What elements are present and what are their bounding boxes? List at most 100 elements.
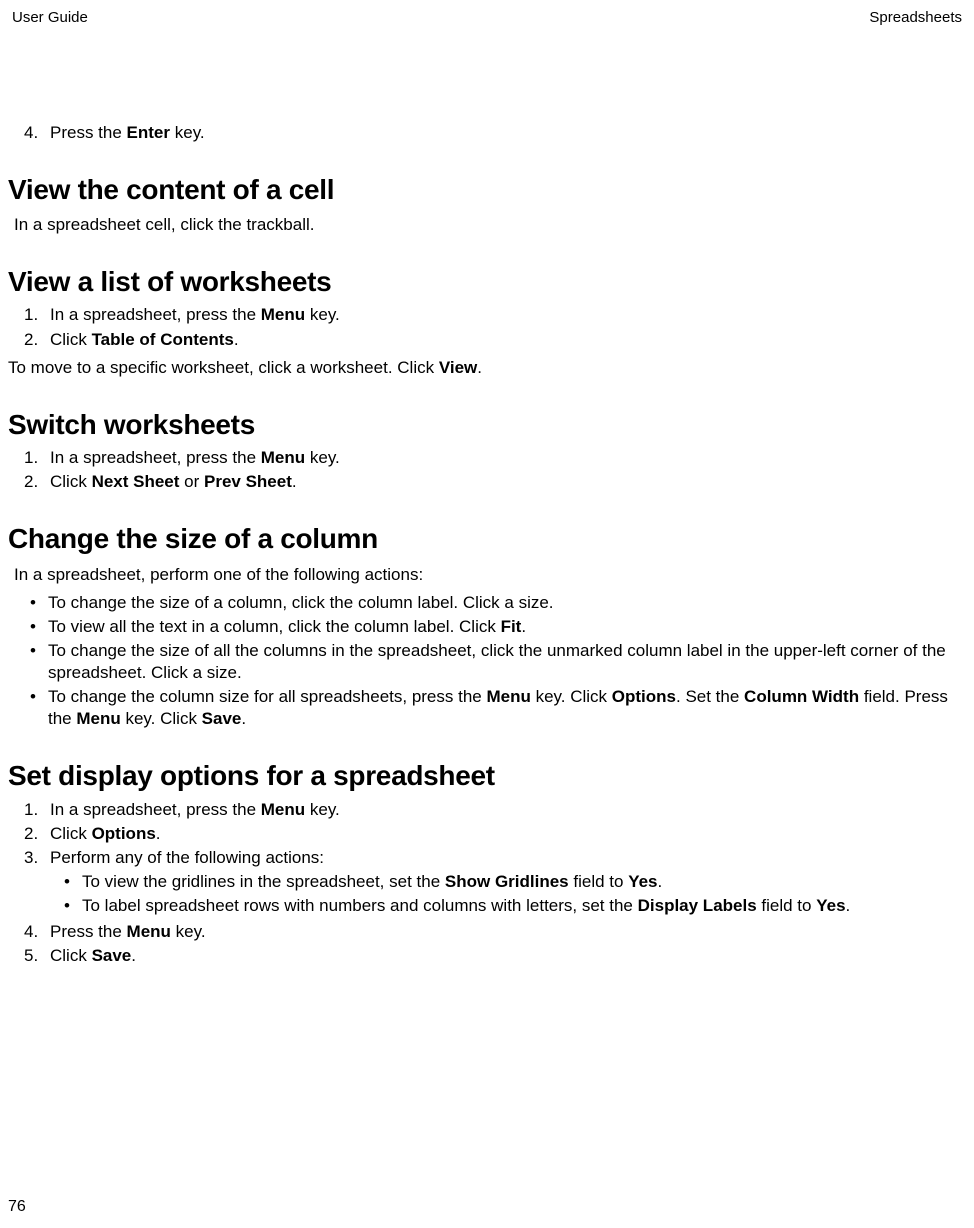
bold-text: Menu bbox=[486, 687, 530, 706]
list-item: 2. Click Table of Contents. bbox=[20, 329, 966, 351]
page: User Guide Spreadsheets 4. Press the Ent… bbox=[0, 0, 974, 1228]
bold-text: View bbox=[439, 358, 477, 377]
list-item: To view all the text in a column, click … bbox=[30, 616, 966, 638]
text: key. bbox=[305, 800, 340, 819]
list-item: 1. In a spreadsheet, press the Menu key. bbox=[20, 304, 966, 326]
list-number: 2. bbox=[24, 471, 50, 493]
text: . bbox=[241, 709, 246, 728]
heading-switch-worksheets: Switch worksheets bbox=[8, 407, 966, 443]
paragraph: To move to a specific worksheet, click a… bbox=[8, 357, 966, 379]
list-text: In a spreadsheet, press the Menu key. bbox=[50, 799, 966, 821]
heading-set-display-options: Set display options for a spreadsheet bbox=[8, 758, 966, 794]
bold-text: Next Sheet bbox=[92, 472, 180, 491]
list-number: 3. bbox=[24, 847, 50, 919]
text: Perform any of the following actions: bbox=[50, 848, 324, 867]
text: field to bbox=[569, 872, 629, 891]
bold-text: Table of Contents bbox=[92, 330, 234, 349]
list-number: 4. bbox=[24, 122, 50, 144]
list-item: 2. Click Next Sheet or Prev Sheet. bbox=[20, 471, 966, 493]
list-number: 1. bbox=[24, 447, 50, 469]
text: To change the size of a column, click th… bbox=[48, 593, 554, 612]
bold-text: Menu bbox=[261, 448, 305, 467]
list-item: 5. Click Save. bbox=[20, 945, 966, 967]
text: In a spreadsheet, press the bbox=[50, 305, 261, 324]
bold-text: Menu bbox=[261, 800, 305, 819]
text: In a spreadsheet, press the bbox=[50, 448, 261, 467]
text: To view all the text in a column, click … bbox=[48, 617, 501, 636]
bold-text: Save bbox=[92, 946, 132, 965]
bullet-list: To change the size of a column, click th… bbox=[8, 592, 966, 731]
text: To move to a specific worksheet, click a… bbox=[8, 358, 439, 377]
header: User Guide Spreadsheets bbox=[8, 8, 966, 28]
list-text: Perform any of the following actions: To… bbox=[50, 847, 966, 919]
list-item: 1. In a spreadsheet, press the Menu key. bbox=[20, 447, 966, 469]
text: Press the bbox=[50, 123, 127, 142]
list-number: 4. bbox=[24, 921, 50, 943]
text: To change the column size for all spread… bbox=[48, 687, 486, 706]
list-text: Click Save. bbox=[50, 945, 966, 967]
text: To change the size of all the columns in… bbox=[48, 641, 946, 682]
text: . bbox=[846, 896, 851, 915]
list-number: 1. bbox=[24, 304, 50, 326]
continued-list: 4. Press the Enter key. bbox=[8, 122, 966, 144]
list-item: To change the size of all the columns in… bbox=[30, 640, 966, 684]
text: . bbox=[156, 824, 161, 843]
text: key. bbox=[170, 123, 205, 142]
bold-text: Show Gridlines bbox=[445, 872, 569, 891]
text: key. bbox=[305, 305, 340, 324]
text: . bbox=[131, 946, 136, 965]
list-text: In a spreadsheet, press the Menu key. bbox=[50, 447, 966, 469]
list-item: 4. Press the Enter key. bbox=[20, 122, 966, 144]
ordered-list: 1. In a spreadsheet, press the Menu key.… bbox=[8, 799, 966, 968]
bold-text: Fit bbox=[501, 617, 522, 636]
ordered-list: 1. In a spreadsheet, press the Menu key.… bbox=[8, 304, 966, 350]
bold-text: Enter bbox=[127, 123, 170, 142]
heading-view-content-of-cell: View the content of a cell bbox=[8, 172, 966, 208]
header-left: User Guide bbox=[12, 8, 88, 28]
text: Click bbox=[50, 330, 92, 349]
text: . bbox=[234, 330, 239, 349]
text: . bbox=[658, 872, 663, 891]
text: . bbox=[521, 617, 526, 636]
list-text: Click Options. bbox=[50, 823, 966, 845]
text: . bbox=[292, 472, 297, 491]
list-item: To view the gridlines in the spreadsheet… bbox=[64, 871, 966, 893]
page-number: 76 bbox=[8, 1197, 26, 1218]
bold-text: Display Labels bbox=[638, 896, 757, 915]
text: In a spreadsheet, press the bbox=[50, 800, 261, 819]
text: key. bbox=[171, 922, 206, 941]
bold-text: Save bbox=[202, 709, 242, 728]
list-number: 2. bbox=[24, 329, 50, 351]
bold-text: Options bbox=[92, 824, 156, 843]
text: . Set the bbox=[676, 687, 744, 706]
text: Click bbox=[50, 472, 92, 491]
bold-text: Column Width bbox=[744, 687, 859, 706]
text: To view the gridlines in the spreadsheet… bbox=[82, 872, 445, 891]
list-number: 2. bbox=[24, 823, 50, 845]
list-item: To change the column size for all spread… bbox=[30, 686, 966, 730]
bold-text: Menu bbox=[127, 922, 171, 941]
list-number: 5. bbox=[24, 945, 50, 967]
bold-text: Prev Sheet bbox=[204, 472, 292, 491]
bullet-list: To view the gridlines in the spreadsheet… bbox=[50, 871, 966, 917]
list-item: 1. In a spreadsheet, press the Menu key. bbox=[20, 799, 966, 821]
bold-text: Yes bbox=[628, 872, 657, 891]
text: or bbox=[179, 472, 204, 491]
header-right: Spreadsheets bbox=[869, 8, 962, 28]
text: key. Click bbox=[531, 687, 612, 706]
list-number: 1. bbox=[24, 799, 50, 821]
list-text: Click Table of Contents. bbox=[50, 329, 966, 351]
list-text: Press the Menu key. bbox=[50, 921, 966, 943]
list-text: Press the Enter key. bbox=[50, 122, 205, 144]
text: Press the bbox=[50, 922, 127, 941]
text: key. bbox=[305, 448, 340, 467]
ordered-list: 1. In a spreadsheet, press the Menu key.… bbox=[8, 447, 966, 493]
bold-text: Menu bbox=[76, 709, 120, 728]
bold-text: Menu bbox=[261, 305, 305, 324]
list-item: To label spreadsheet rows with numbers a… bbox=[64, 895, 966, 917]
list-text: In a spreadsheet, press the Menu key. bbox=[50, 304, 966, 326]
text: Click bbox=[50, 824, 92, 843]
bold-text: Yes bbox=[816, 896, 845, 915]
paragraph: In a spreadsheet cell, click the trackba… bbox=[8, 214, 966, 236]
paragraph: In a spreadsheet, perform one of the fol… bbox=[8, 564, 966, 586]
